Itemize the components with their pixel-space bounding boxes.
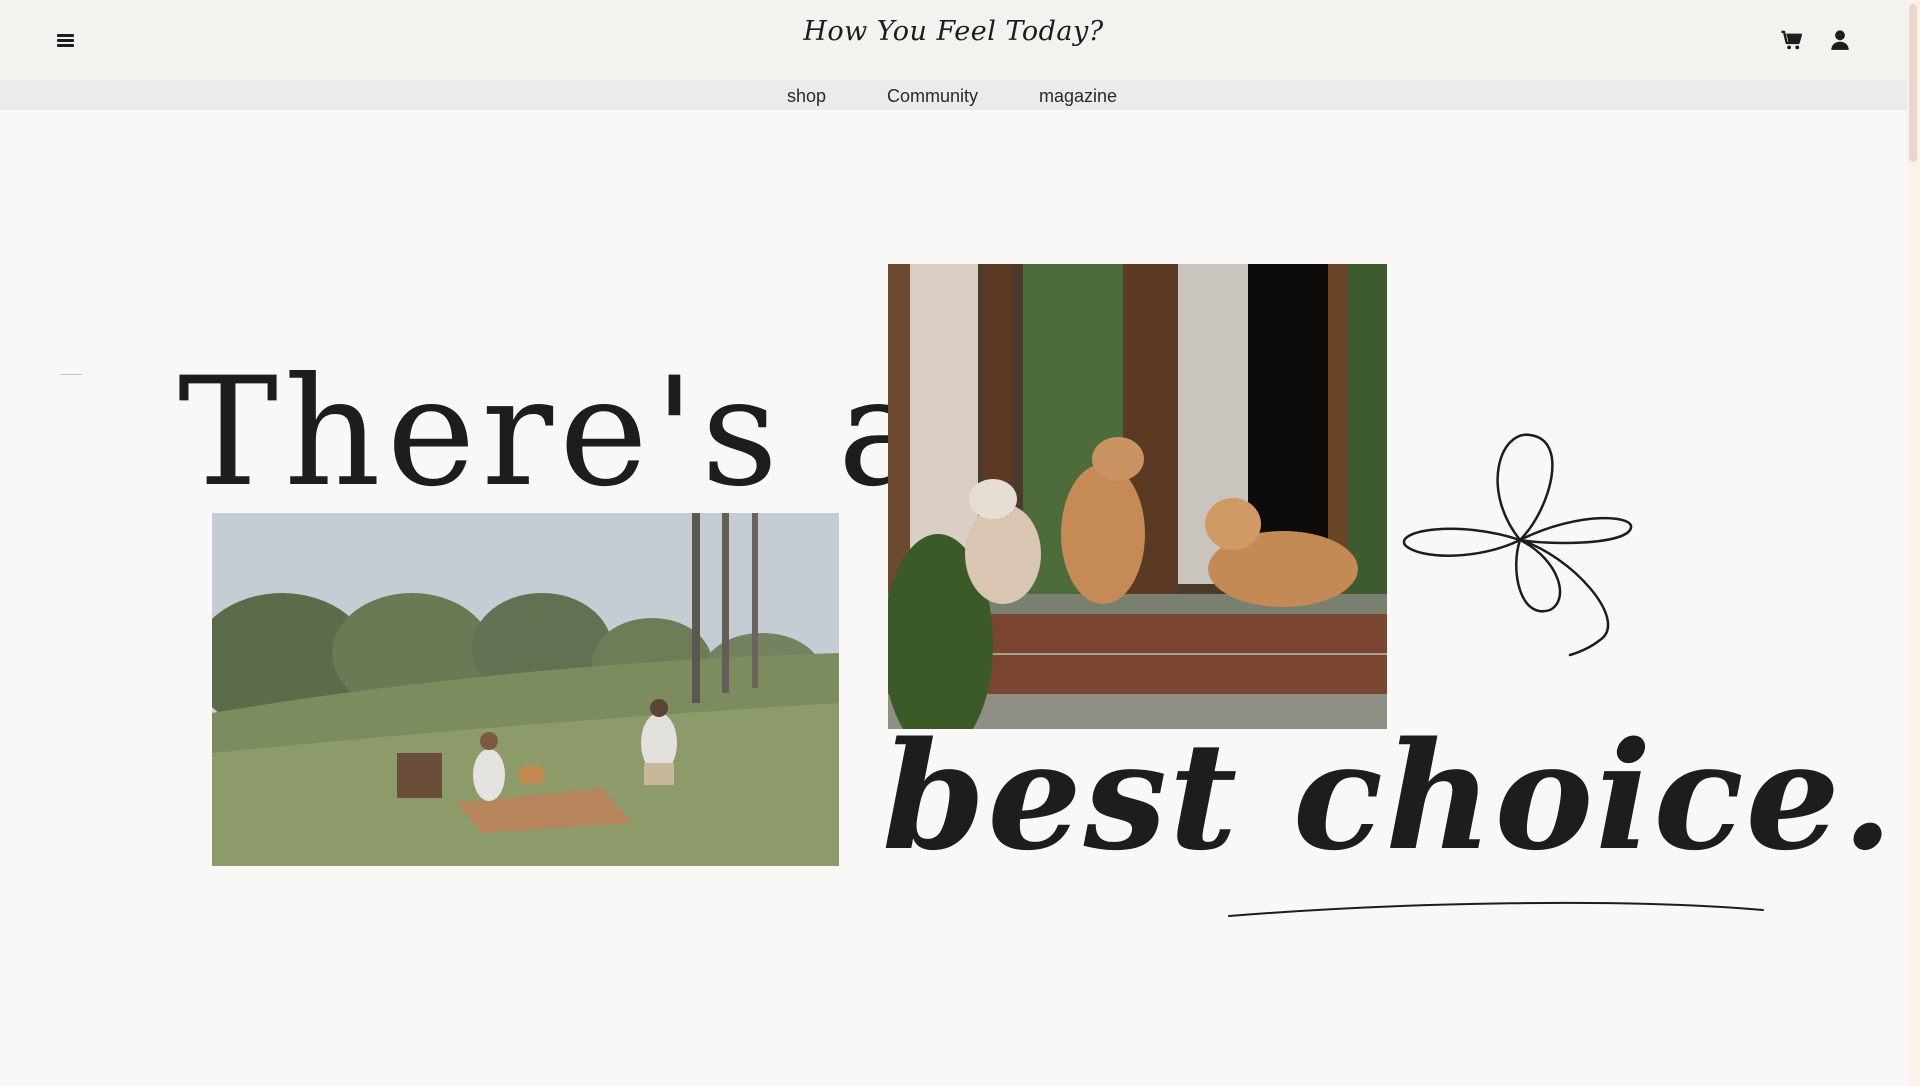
- cart-icon[interactable]: [1778, 26, 1806, 54]
- hand-drawn-underline-icon: [1228, 901, 1764, 917]
- user-icon[interactable]: [1826, 26, 1854, 54]
- scrollbar-thumb[interactable]: [1909, 4, 1917, 162]
- nav-item-community[interactable]: Community: [887, 86, 978, 107]
- main-nav: shop Community magazine: [0, 80, 1907, 110]
- site-logo[interactable]: How You Feel Today?: [0, 16, 1907, 64]
- flower-doodle-icon: [1402, 433, 1633, 657]
- hero-headline-line-1: There's a: [178, 346, 934, 520]
- picnic-photo: [212, 513, 839, 866]
- side-dash-divider: [60, 374, 82, 375]
- nav-item-shop[interactable]: shop: [787, 86, 826, 107]
- nav-item-magazine[interactable]: magazine: [1039, 86, 1117, 107]
- hero-headline-line-2: best choice.: [882, 709, 1896, 883]
- site-header: How You Feel Today?: [0, 0, 1907, 80]
- page-scrollbar[interactable]: [1907, 0, 1920, 1086]
- cats-window-photo: [888, 264, 1387, 729]
